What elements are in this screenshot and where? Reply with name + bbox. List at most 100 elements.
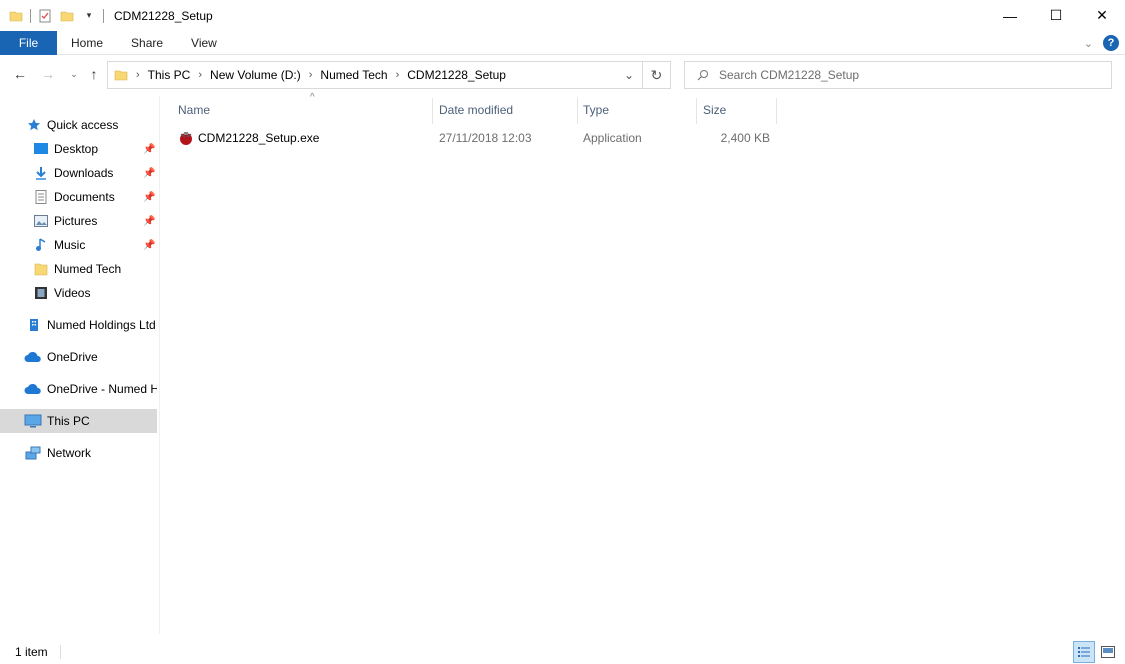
pin-icon[interactable]: 📌 [143,240,155,251]
pin-icon[interactable]: 📌 [143,168,155,179]
search-box[interactable] [684,61,1112,89]
pin-icon[interactable]: 📌 [143,216,155,227]
sidebar-item-label: Numed Holdings Ltd [47,318,156,332]
column-header-label: Date modified [439,103,514,117]
navigation-pane: Quick access Desktop 📌 Downloads 📌 Docum… [0,96,160,634]
customize-toolbar-icon[interactable]: ▾ [81,8,97,24]
breadcrumb-separator-icon: › [198,69,203,81]
maximize-button[interactable]: ☐ [1033,0,1079,31]
title-bar: ▾ CDM21228_Setup — ☐ ✕ [0,0,1125,31]
back-icon[interactable]: ← [12,66,28,82]
column-header-name[interactable]: ^ Name [172,92,432,124]
large-icons-view-button[interactable] [1097,641,1119,663]
breadcrumb-separator-icon: › [136,69,140,81]
sidebar-item-label: Pictures [54,214,98,228]
sidebar-item-label: Network [47,446,92,460]
properties-icon[interactable] [37,8,53,24]
documents-icon [33,189,49,205]
breadcrumb-new-volume[interactable]: New Volume (D:) [210,68,301,82]
pin-icon[interactable]: 📌 [143,144,155,155]
up-icon[interactable]: ↑ [86,66,102,82]
file-type: Application [583,131,642,145]
item-count: 1 item [15,645,48,659]
file-date-modified: 27/11/2018 12:03 [439,131,532,145]
refresh-icon[interactable]: ↻ [643,61,671,89]
sidebar-item-videos[interactable]: Videos [0,281,157,305]
sidebar-item-pictures[interactable]: Pictures 📌 [0,209,157,233]
sidebar-item-label: Desktop [54,142,99,156]
folder-icon [8,8,24,24]
file-row[interactable]: CDM21228_Setup.exe 27/11/2018 12:03 Appl… [174,126,774,150]
music-icon [33,237,49,253]
sidebar-item-music[interactable]: Music 📌 [0,233,157,257]
sidebar-item-onedrive-numed[interactable]: OneDrive - Numed H [0,377,157,401]
sidebar-item-quick-access[interactable]: Quick access [0,113,157,137]
pin-icon[interactable]: 📌 [143,192,155,203]
forward-icon[interactable]: → [40,66,56,82]
folder-icon [114,68,128,82]
download-icon [33,165,49,181]
close-button[interactable]: ✕ [1079,0,1125,31]
window-title: CDM21228_Setup [114,8,213,23]
tab-share[interactable]: Share [117,31,177,55]
cloud-icon [24,349,42,365]
column-header-date-modified[interactable]: Date modified [433,96,577,124]
sidebar-item-label: Videos [54,286,91,300]
help-icon[interactable]: ? [1103,35,1119,51]
breadcrumb-current-folder[interactable]: CDM21228_Setup [407,68,506,82]
sort-ascending-icon: ^ [310,92,315,103]
sidebar-item-numed-holdings[interactable]: Numed Holdings Ltd [0,313,157,337]
pictures-icon [33,213,49,229]
details-view-icon [1077,646,1091,658]
column-header-type[interactable]: Type [577,96,696,124]
expand-ribbon-icon[interactable]: ⌄ [1084,37,1093,50]
sidebar-item-downloads[interactable]: Downloads 📌 [0,161,157,185]
desktop-icon [33,141,49,157]
column-header-size[interactable]: Size [697,96,776,124]
search-icon [697,69,709,81]
column-divider[interactable] [776,98,777,124]
tab-view[interactable]: View [177,31,231,55]
computer-icon [24,413,42,429]
breadcrumb-separator-icon: › [308,69,313,81]
recent-locations-icon[interactable]: ⌄ [66,66,82,82]
cloud-icon [24,381,42,397]
navigation-bar: ← → ⌄ ↑ › This PC › New Volume (D:) › Nu… [0,56,1125,94]
breadcrumb-numed-tech[interactable]: Numed Tech [320,68,387,82]
star-icon [26,117,42,133]
sidebar-item-label: Downloads [54,166,114,180]
file-size: 2,400 KB [720,131,770,145]
divider [59,645,61,659]
tab-home[interactable]: Home [57,31,117,55]
breadcrumb-separator-icon: › [395,69,400,81]
divider [30,8,31,23]
installer-icon [178,130,194,146]
divider [103,8,104,23]
search-input[interactable] [719,68,1099,82]
ribbon-tabs: File Home Share View ⌄ ? [0,30,1125,55]
sidebar-item-this-pc[interactable]: This PC [0,409,157,433]
sidebar-item-label: OneDrive [47,350,98,364]
tab-file[interactable]: File [0,30,57,55]
new-folder-icon[interactable] [59,8,75,24]
sidebar-item-label: OneDrive - Numed H [47,382,157,396]
sidebar-item-documents[interactable]: Documents 📌 [0,185,157,209]
column-header-label: Size [703,103,727,117]
breadcrumb-this-pc[interactable]: This PC [148,68,191,82]
sidebar-item-onedrive[interactable]: OneDrive [0,345,157,369]
network-icon [24,445,42,461]
folder-icon [33,261,49,277]
videos-icon [33,285,49,301]
details-view-button[interactable] [1073,641,1095,663]
sidebar-item-numed-tech[interactable]: Numed Tech [0,257,157,281]
file-name: CDM21228_Setup.exe [198,131,320,145]
sidebar-item-desktop[interactable]: Desktop 📌 [0,137,157,161]
sidebar-item-label: Quick access [47,118,119,132]
address-bar[interactable]: › This PC › New Volume (D:) › Numed Tech… [107,61,643,89]
sidebar-item-network[interactable]: Network [0,441,157,465]
column-header-label: Name [178,103,211,117]
quick-access-toolbar: ▾ CDM21228_Setup [0,0,213,31]
minimize-button[interactable]: — [987,0,1033,31]
sidebar-item-label: Numed Tech [54,262,122,276]
address-dropdown-icon[interactable]: ⌄ [616,62,642,88]
